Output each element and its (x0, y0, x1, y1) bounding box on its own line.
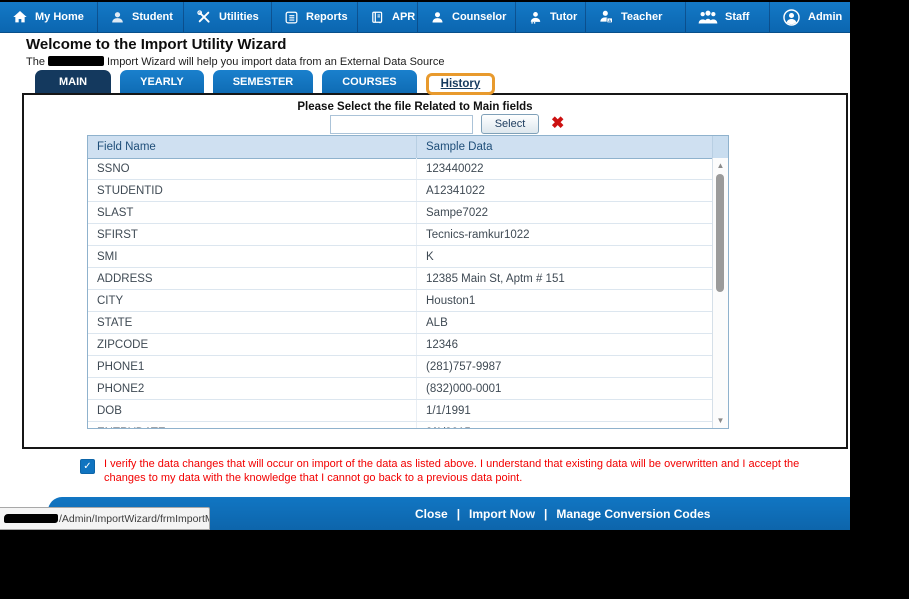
table-row: DOB 1/1/1991 (88, 400, 713, 422)
nav-item-staff[interactable]: Staff (686, 2, 770, 32)
tutor-icon (528, 10, 543, 25)
verify-row: ✓ I verify the data changes that will oc… (80, 457, 812, 485)
nav-label: Staff (725, 11, 750, 23)
table-row: PHONE1 (281)757-9987 (88, 356, 713, 378)
tab-yearly[interactable]: YEARLY (120, 70, 204, 93)
tab-courses[interactable]: COURSES (322, 70, 417, 93)
table-scrollbar[interactable]: ▲ ▼ (712, 158, 728, 428)
utilities-icon (196, 9, 212, 25)
table-body: SSNO 123440022 STUDENTID A12341022 SLAST Sa… (88, 158, 713, 428)
verify-checkbox[interactable]: ✓ (80, 459, 95, 474)
select-file-button[interactable]: Select (481, 114, 539, 134)
teacher-icon: A (598, 9, 614, 25)
reports-icon (284, 10, 299, 25)
file-path-input[interactable] (330, 114, 473, 134)
tab-history-highlight[interactable]: History (425, 73, 496, 95)
clear-file-icon[interactable]: ✖ (551, 116, 564, 132)
redaction-box (47, 56, 104, 66)
page-subtitle: The Import Wizard will help you import da… (26, 56, 445, 68)
column-header-sample-data: Sample Data (416, 136, 712, 158)
table-row: ZIPCODE 12346 (88, 334, 713, 356)
nav-label: My Home (35, 11, 84, 23)
apr-book-icon (370, 10, 385, 25)
top-navigation: My Home Student Utilities Reports APR Co… (0, 2, 850, 33)
staff-group-icon (698, 10, 718, 25)
nav-label: Reports (306, 11, 348, 23)
svg-text:A: A (608, 18, 611, 23)
browser-page: My Home Student Utilities Reports APR Co… (0, 2, 850, 530)
nav-item-my-home[interactable]: My Home (0, 2, 98, 32)
table-row: STATE ALB (88, 312, 713, 334)
wizard-tabs: MAIN YEARLY SEMESTER COURSES History (35, 70, 496, 95)
status-url-text: /Admin/ImportWizard/frmImportMaping.aspx… (59, 512, 210, 525)
scrollbar-thumb[interactable] (716, 174, 724, 292)
scroll-up-icon[interactable]: ▲ (713, 161, 728, 170)
table-row: SSNO 123440022 (88, 158, 713, 180)
status-url-tooltip: /Admin/ImportWizard/frmImportMaping.aspx… (0, 507, 210, 530)
verify-warning-text: I verify the data changes that will occu… (104, 458, 800, 484)
table-header-row: Field Name Sample Data (88, 136, 728, 159)
table-row: PHONE2 (832)000-0001 (88, 378, 713, 400)
nav-label: APR (392, 11, 416, 23)
nav-label: Student (132, 11, 173, 23)
tab-history[interactable]: History (441, 78, 481, 90)
home-icon (12, 9, 28, 25)
nav-item-counselor[interactable]: Counselor (418, 2, 516, 32)
file-select-prompt: Please Select the file Related to Main f… (297, 101, 533, 113)
file-select-row: Select ✖ (330, 114, 564, 134)
import-now-button[interactable]: Import Now (469, 507, 535, 521)
table-header-scroll-cell (712, 136, 728, 158)
nav-item-student[interactable]: Student (98, 2, 184, 32)
table-row: ENTRYDATE9/1/2015 (88, 422, 713, 428)
table-row: SMI K (88, 246, 713, 268)
wizard-panel: Please Select the file Related to Main f… (22, 93, 848, 449)
admin-icon (782, 8, 801, 27)
counselor-icon (430, 10, 445, 25)
nav-label: Utilities (219, 11, 259, 23)
page-title: Welcome to the Import Utility Wizard (26, 36, 287, 53)
close-button[interactable]: Close (415, 507, 448, 521)
screenshot-stage: My Home Student Utilities Reports APR Co… (0, 0, 909, 599)
table-row: CITY Houston1 (88, 290, 713, 312)
column-header-field-name: Field Name (97, 141, 156, 153)
nav-label: Counselor (452, 11, 507, 23)
field-mapping-table: Field Name Sample Data SSNO 123440022 STU… (87, 135, 729, 429)
table-row: SFIRST Tecnics-ramkur1022 (88, 224, 713, 246)
footer-actions: Close | Import Now | Manage Conversion C… (415, 506, 711, 521)
nav-item-utilities[interactable]: Utilities (184, 2, 272, 32)
nav-label: Teacher (621, 11, 663, 23)
nav-item-tutor[interactable]: Tutor (516, 2, 586, 32)
scroll-down-icon[interactable]: ▼ (713, 416, 728, 425)
tab-semester[interactable]: SEMESTER (212, 70, 314, 93)
tab-main[interactable]: MAIN (35, 70, 112, 93)
nav-item-teacher[interactable]: A Teacher (586, 2, 686, 32)
nav-item-admin[interactable]: Admin (770, 2, 848, 32)
redaction-box (4, 514, 58, 523)
nav-item-apr[interactable]: APR (358, 2, 418, 32)
table-row: STUDENTID A12341022 (88, 180, 713, 202)
nav-item-reports[interactable]: Reports (272, 2, 358, 32)
nav-label: Tutor (550, 11, 578, 23)
table-row: SLAST Sampe7022 (88, 202, 713, 224)
student-icon (110, 10, 125, 25)
nav-label: Admin (808, 11, 843, 23)
manage-conversion-codes-button[interactable]: Manage Conversion Codes (556, 507, 710, 521)
table-row: ADDRESS 12385 Main St, Aptm # 151 (88, 268, 713, 290)
